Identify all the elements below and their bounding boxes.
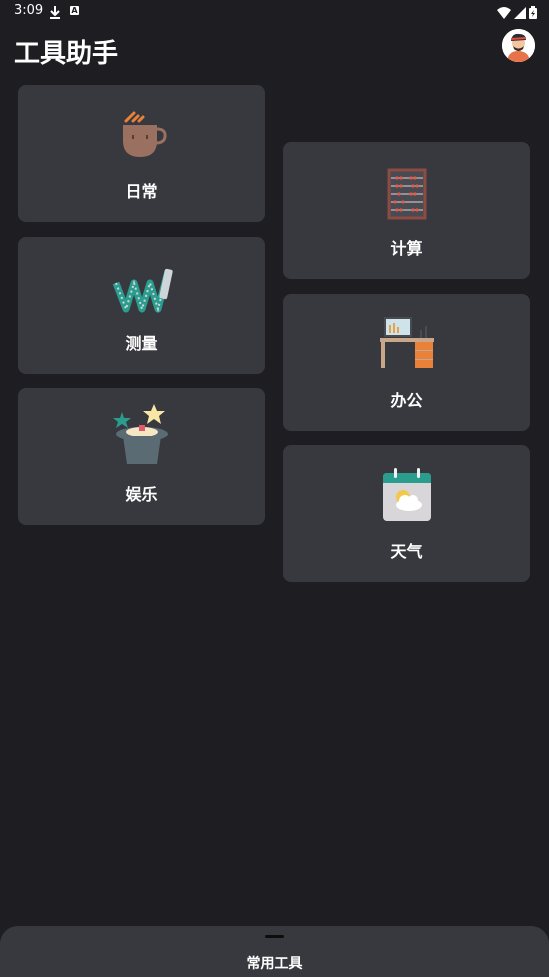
- wifi-icon: [497, 4, 511, 23]
- category-label: 娱乐: [125, 485, 158, 504]
- category-card-entertainment[interactable]: 娱乐: [18, 388, 265, 525]
- a-badge-icon: A: [70, 6, 79, 15]
- category-card-measure[interactable]: 测量: [18, 237, 265, 374]
- status-time: 3:09: [14, 3, 44, 18]
- office-desk-icon: [375, 316, 439, 372]
- download-icon: [49, 4, 61, 23]
- category-card-daily[interactable]: 日常: [18, 85, 265, 222]
- magic-hat-icon: [110, 402, 174, 466]
- category-card-office[interactable]: 办公: [283, 294, 530, 431]
- drag-handle[interactable]: [265, 935, 284, 938]
- coffee-cup-icon: [110, 107, 174, 163]
- category-card-calc[interactable]: 计算: [283, 142, 530, 279]
- bottom-sheet-title: 常用工具: [246, 956, 303, 972]
- battery-icon: [529, 4, 537, 23]
- avatar[interactable]: [502, 29, 535, 62]
- category-label: 测量: [125, 334, 158, 353]
- bottom-sheet[interactable]: 常用工具: [0, 926, 549, 977]
- signal-icon: [514, 4, 526, 23]
- weather-calendar-icon: [375, 467, 439, 523]
- tape-measure-icon: [110, 259, 174, 315]
- status-icons: [497, 4, 537, 23]
- category-label: 日常: [125, 182, 158, 201]
- category-label: 天气: [390, 542, 423, 561]
- category-label: 计算: [390, 239, 423, 258]
- category-label: 办公: [390, 391, 423, 410]
- abacus-icon: [375, 168, 439, 220]
- status-bar: 3:09 A: [0, 0, 549, 24]
- category-card-weather[interactable]: 天气: [283, 445, 530, 582]
- page-title: 工具助手: [14, 39, 119, 69]
